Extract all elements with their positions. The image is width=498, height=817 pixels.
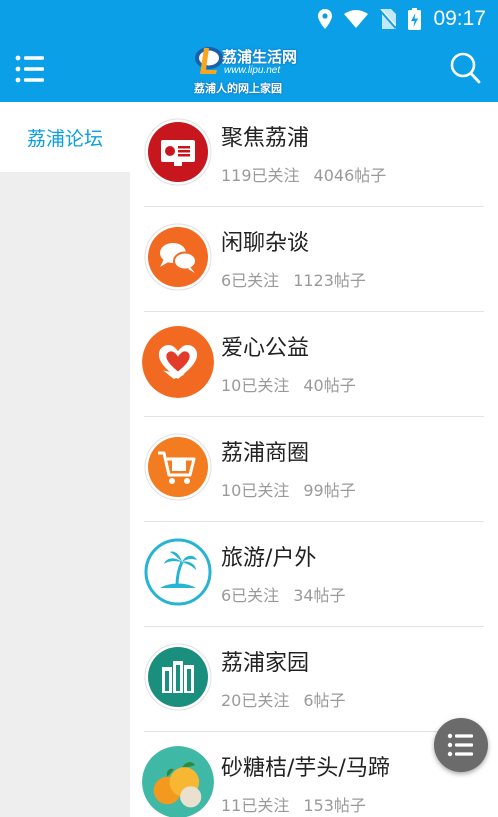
forum-followers: 10已关注 xyxy=(221,481,290,500)
search-button[interactable] xyxy=(448,50,484,88)
menu-button[interactable] xyxy=(14,52,48,86)
forum-followers: 11已关注 xyxy=(221,796,290,815)
sidebar-item-forum[interactable]: 荔浦论坛 xyxy=(0,102,130,172)
forum-row-shangquan[interactable]: 荔浦商圈 10已关注 99帖子 xyxy=(130,417,498,522)
forum-followers: 6已关注 xyxy=(221,586,280,605)
search-icon xyxy=(450,52,481,84)
location-icon xyxy=(318,9,333,29)
forum-posts: 4046帖子 xyxy=(313,166,387,185)
forum-row-lvyou[interactable]: 旅游/户外 6已关注 34帖子 xyxy=(130,522,498,627)
presentation-icon xyxy=(144,118,212,186)
menu-icon xyxy=(447,733,473,757)
forum-row-aixin[interactable]: 爱心公益 10已关注 40帖子 xyxy=(130,312,498,417)
forum-posts: 6帖子 xyxy=(303,691,346,710)
forum-posts: 40帖子 xyxy=(303,376,356,395)
status-time: 09:17 xyxy=(433,7,486,30)
no-sim-icon xyxy=(380,9,397,29)
status-bar: 09:17 xyxy=(0,0,498,38)
category-sidebar: 荔浦论坛 xyxy=(0,102,130,817)
forum-posts: 153帖子 xyxy=(303,796,366,815)
buildings-icon xyxy=(144,643,212,711)
forum-name: 砂糖桔/芋头/马蹄 xyxy=(221,756,390,781)
floating-menu-button[interactable] xyxy=(434,718,488,772)
forum-stats: 10已关注 99帖子 xyxy=(221,477,356,501)
menu-icon xyxy=(15,55,44,83)
forum-name: 荔浦商圈 xyxy=(221,441,310,466)
forum-row-jujiao[interactable]: 聚焦荔浦 119已关注 4046帖子 xyxy=(130,102,498,207)
heart-hand-icon xyxy=(142,326,214,398)
wifi-icon xyxy=(344,10,369,28)
forum-list: 聚焦荔浦 119已关注 4046帖子 闲聊杂谈 6已关注 1123帖子 爱心公益 xyxy=(130,102,498,817)
forum-name: 聚焦荔浦 xyxy=(221,126,310,151)
forum-row-jiayuan[interactable]: 荔浦家园 20已关注 6帖子 xyxy=(130,627,498,732)
sidebar-item-label: 荔浦论坛 xyxy=(26,127,103,150)
site-logo[interactable]: 荔浦生活网 www.lipu.net 荔浦人的网上家园 xyxy=(194,44,306,98)
forum-followers: 20已关注 xyxy=(221,691,290,710)
logo-url: www.lipu.net xyxy=(224,65,281,76)
forum-posts: 99帖子 xyxy=(303,481,356,500)
palm-island-icon xyxy=(144,538,212,606)
forum-followers: 10已关注 xyxy=(221,376,290,395)
logo-slogan: 荔浦人的网上家园 xyxy=(194,83,282,95)
status-icons: 09:17 xyxy=(318,0,486,38)
forum-stats: 20已关注 6帖子 xyxy=(221,687,346,711)
forum-name: 闲聊杂谈 xyxy=(221,231,310,256)
forum-stats: 10已关注 40帖子 xyxy=(221,372,356,396)
forum-posts: 1123帖子 xyxy=(293,271,366,290)
logo-title: 荔浦生活网 xyxy=(222,49,298,66)
battery-charging-icon xyxy=(408,8,422,30)
forum-stats: 119已关注 4046帖子 xyxy=(221,162,386,186)
forum-stats: 6已关注 34帖子 xyxy=(221,582,346,606)
shopping-cart-icon xyxy=(144,433,212,501)
app-bar: 荔浦生活网 www.lipu.net 荔浦人的网上家园 xyxy=(0,38,498,102)
forum-posts: 34帖子 xyxy=(293,586,346,605)
forum-name: 爱心公益 xyxy=(221,336,310,361)
forum-name: 旅游/户外 xyxy=(221,546,317,571)
chat-bubbles-icon xyxy=(144,223,212,291)
forum-stats: 6已关注 1123帖子 xyxy=(221,267,366,291)
forum-followers: 6已关注 xyxy=(221,271,280,290)
citrus-fruit-icon xyxy=(142,746,214,817)
forum-followers: 119已关注 xyxy=(221,166,300,185)
forum-name: 荔浦家园 xyxy=(221,651,310,676)
forum-stats: 11已关注 153帖子 xyxy=(221,792,366,816)
forum-row-xianliao[interactable]: 闲聊杂谈 6已关注 1123帖子 xyxy=(130,207,498,312)
